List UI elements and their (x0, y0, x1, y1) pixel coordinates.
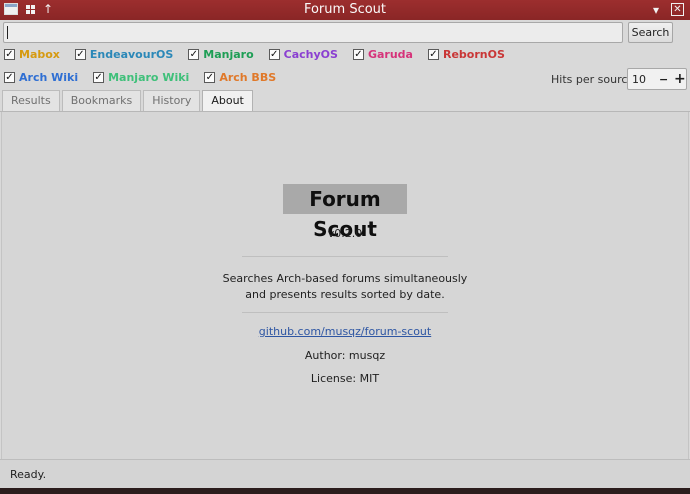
minimize-icon[interactable]: ▾ (653, 4, 659, 16)
window-title: Forum Scout (303, 2, 387, 17)
decrement-icon[interactable]: − (659, 73, 668, 86)
about-divider-bottom (242, 312, 448, 313)
source-checkbox-row-1: ✓ Mabox ✓ EndeavourOS ✓ Manjaro ✓ CachyO… (4, 48, 520, 61)
source-manjaro[interactable]: ✓ Manjaro (188, 48, 254, 61)
source-label-cachyos: CachyOS (283, 48, 338, 61)
checkbox-arch-bbs[interactable]: ✓ (204, 72, 216, 83)
title-bar: ↑ Forum Scout ▾ ✕ (0, 0, 690, 20)
checkbox-arch-wiki[interactable]: ✓ (4, 72, 15, 83)
about-divider-top (242, 256, 448, 257)
source-label-endeavouros: EndeavourOS (89, 48, 174, 61)
source-manjaro-wiki[interactable]: ✓ Manjaro Wiki (93, 71, 189, 84)
about-description-line-2: and presents results sorted by date. (245, 288, 445, 301)
about-license: License: MIT (310, 372, 380, 385)
hits-per-source-spinbox[interactable]: 10 − + (627, 68, 687, 90)
source-mabox[interactable]: ✓ Mabox (4, 48, 60, 61)
title-bar-right-controls: ▾ ✕ (653, 3, 684, 16)
checkbox-manjaro[interactable]: ✓ (188, 49, 200, 60)
search-input[interactable] (3, 22, 623, 43)
checkbox-endeavouros[interactable]: ✓ (74, 49, 86, 60)
source-garuda[interactable]: ✓ Garuda (352, 48, 413, 61)
source-label-manjaro: Manjaro (203, 48, 254, 61)
source-endeavouros[interactable]: ✓ EndeavourOS (74, 48, 174, 61)
checkbox-rebornos[interactable]: ✓ (427, 49, 439, 60)
about-description-line-1: Searches Arch-based forums simultaneousl… (222, 272, 468, 285)
tab-bookmarks[interactable]: Bookmarks (61, 90, 142, 111)
repo-link[interactable]: github.com/musqz/forum-scout (259, 325, 431, 338)
tab-results[interactable]: Results (2, 90, 60, 111)
hits-per-source-value[interactable]: 10 (632, 73, 646, 86)
checkbox-manjaro-wiki[interactable]: ✓ (93, 72, 105, 83)
close-icon[interactable]: ✕ (671, 3, 684, 16)
about-repo-link: github.com/musqz/forum-scout (0, 325, 690, 338)
text-caret (7, 26, 8, 39)
search-button[interactable]: Search (628, 22, 673, 43)
source-label-mabox: Mabox (19, 48, 60, 61)
source-label-arch-bbs: Arch BBS (219, 71, 277, 84)
status-bar: Ready. (0, 459, 690, 488)
source-checkbox-row-2: ✓ Arch Wiki ✓ Manjaro Wiki ✓ Arch BBS (4, 71, 291, 84)
about-app-name: Forum Scout (283, 184, 407, 241)
about-version: v0.2.0 (327, 227, 363, 240)
increment-icon[interactable]: + (674, 71, 686, 87)
checkbox-garuda[interactable]: ✓ (352, 49, 364, 60)
source-arch-bbs[interactable]: ✓ Arch BBS (204, 71, 276, 84)
source-rebornos[interactable]: ✓ RebornOS (427, 48, 505, 61)
source-label-rebornos: RebornOS (442, 48, 505, 61)
source-label-garuda: Garuda (367, 48, 413, 61)
about-description: Searches Arch-based forums simultaneousl… (0, 271, 690, 303)
status-text: Ready. (10, 468, 47, 481)
source-arch-wiki[interactable]: ✓ Arch Wiki (4, 71, 78, 84)
source-label-arch-wiki: Arch Wiki (19, 71, 79, 84)
tab-history[interactable]: History (143, 90, 201, 111)
checkbox-mabox[interactable]: ✓ (4, 49, 15, 60)
tab-bar: Results Bookmarks History About (2, 90, 255, 112)
checkbox-cachyos[interactable]: ✓ (268, 49, 280, 60)
source-cachyos[interactable]: ✓ CachyOS (268, 48, 338, 61)
tab-about[interactable]: About (202, 90, 253, 112)
taskbar-strip (0, 488, 690, 494)
source-label-manjaro-wiki: Manjaro Wiki (108, 71, 190, 84)
hits-per-source-label: Hits per source: (551, 73, 638, 86)
about-author: Author: musqz (304, 349, 386, 362)
